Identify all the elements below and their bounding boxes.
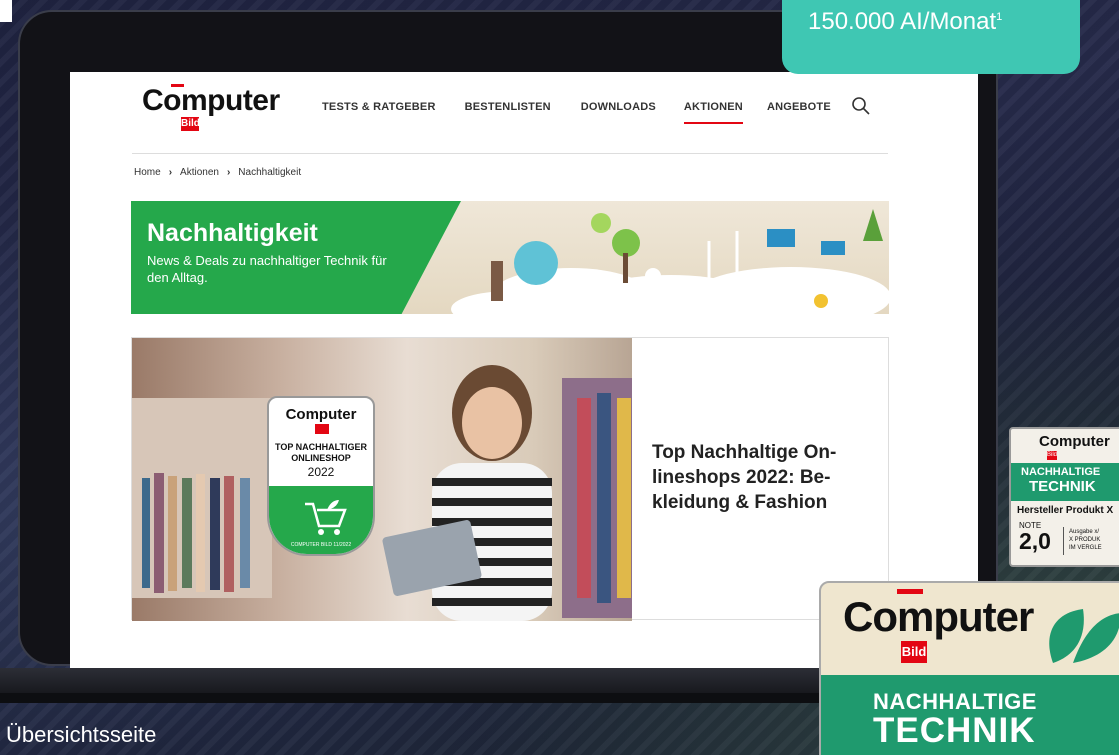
- main-nav: TESTS & RATGEBER BESTENLISTEN DOWNLOADS …: [322, 101, 831, 124]
- badge-small-title1: NACHHALTIGE: [1021, 466, 1101, 478]
- seal-brand: Computer: [285, 406, 357, 423]
- caption: Übersichtsseite: [6, 722, 157, 747]
- logo-bar: [171, 84, 184, 87]
- breadcrumb-aktionen[interactable]: Aktionen: [180, 167, 219, 178]
- banner-subtitle: News & Deals zu nachhaltiger Technik für…: [147, 253, 387, 285]
- seal-footer: COMPUTER BILD 11/2022: [290, 542, 352, 548]
- logo-bild: Bild: [181, 117, 200, 131]
- badge-small-note: 2,0: [1019, 528, 1051, 554]
- seal-line2: ONLINESHOP: [291, 453, 351, 463]
- seal-bild-mark: [315, 424, 329, 434]
- header-divider: [132, 153, 888, 154]
- chevron-right-icon: ›: [168, 167, 173, 178]
- seal-green-area: COMPUTER BILD 11/2022: [269, 486, 373, 554]
- badge-small-bild: Bild: [1047, 451, 1058, 460]
- seal-line1: TOP NACHHALTIGER: [274, 442, 367, 452]
- leaf-icon: [1049, 609, 1119, 663]
- breadcrumb-home[interactable]: Home: [134, 167, 161, 178]
- badge-small-brand: Computer: [1039, 433, 1110, 450]
- category-banner: Nachhaltigkeit News & Deals zu nachhalti…: [131, 201, 889, 314]
- badge-small-small3: IM VERGLE: [1069, 545, 1102, 551]
- stat-footnote: 1: [996, 11, 1003, 23]
- badge-small-small2: X PRODUK: [1069, 537, 1101, 543]
- badge-big: Computer Bild NACHHALTIGE TECHNIK: [819, 581, 1119, 755]
- badge-small-divider: [1063, 527, 1064, 555]
- article-photo: [132, 365, 632, 621]
- nav-item-tests[interactable]: TESTS & RATGEBER: [322, 101, 436, 124]
- seal-year: 2022: [307, 465, 335, 479]
- badge-small-product: Hersteller Produkt X: [1017, 505, 1114, 516]
- nav-item-angebote[interactable]: ANGEBOTE: [767, 101, 831, 124]
- badge-big-bild: Bild: [901, 641, 927, 663]
- badge-small-small1: Ausgabe x/: [1069, 529, 1100, 535]
- nav-item-aktionen[interactable]: AKTIONEN: [683, 101, 743, 124]
- site-logo[interactable]: Computer Bild: [142, 84, 280, 131]
- stat-text: 150.000 AI/Monat: [808, 8, 997, 35]
- search-icon[interactable]: [851, 96, 871, 116]
- badge-small: Computer Bild NACHHALTIGE TECHNIK Herste…: [1009, 427, 1119, 567]
- article-image[interactable]: [132, 338, 632, 621]
- stat-bubble: 150.000 AI/Monat1: [782, 0, 1080, 74]
- badge-big-bar: [897, 589, 923, 594]
- nav-item-bestenlisten[interactable]: BESTENLISTEN: [465, 101, 551, 124]
- badge-big-brand: Computer: [843, 593, 1034, 640]
- badge-big-title2: TECHNIK: [873, 711, 1036, 750]
- breadcrumb: Home › Aktionen › Nachhaltigkeit: [134, 167, 301, 178]
- top-onlineshop-seal: Computer TOP NACHHALTIGER ONLINESHOP 202…: [267, 396, 375, 556]
- corner-mark: [0, 0, 12, 22]
- nav-item-downloads[interactable]: DOWNLOADS: [581, 101, 656, 124]
- chevron-right-icon: ›: [226, 167, 231, 178]
- banner-title: Nachhaltigkeit: [147, 219, 318, 247]
- badge-small-fineprint: Ausgabe x/ X PRODUK IM VERGLE: [1069, 528, 1102, 552]
- badge-small-title2: TECHNIK: [1029, 478, 1096, 495]
- breadcrumb-current: Nachhaltigkeit: [238, 167, 302, 178]
- article-title[interactable]: Top Nachhaltige On-lineshops 2022: Be-kl…: [652, 440, 872, 515]
- logo-word: Computer: [142, 84, 280, 117]
